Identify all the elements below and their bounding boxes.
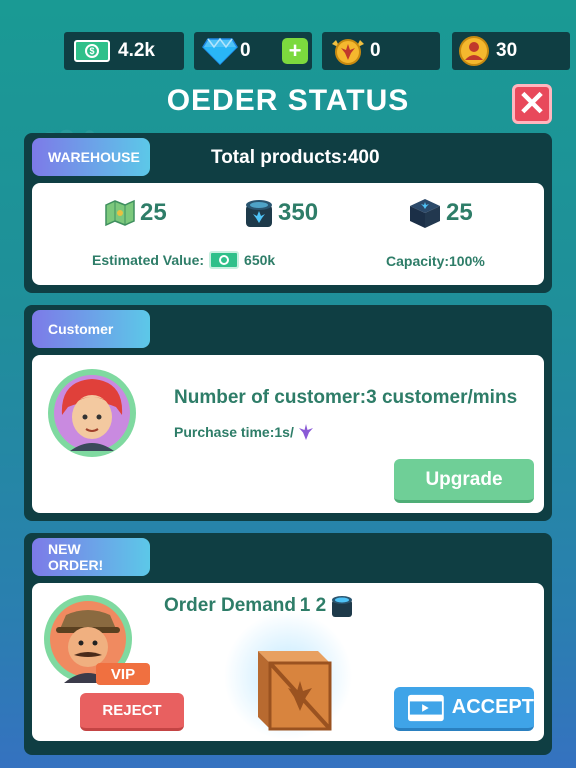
box-icon [410, 199, 440, 228]
accept-label: ACCEPT [451, 696, 534, 718]
total-products: Total products:400 [211, 147, 380, 168]
close-button[interactable]: ✕ [512, 84, 552, 124]
customer-value: 30 [496, 40, 518, 61]
estimated-label: Estimated Value: [92, 252, 205, 268]
warehouse-panel: WAREHOUSE Total products:400 25 350 25 E… [24, 133, 552, 293]
map-stat: 25 [104, 199, 167, 227]
token-value: 0 [370, 40, 381, 61]
upgrade-button[interactable]: Upgrade [394, 459, 534, 503]
diamond-icon [202, 37, 238, 65]
leaf-icon [298, 424, 313, 440]
vip-badge: VIP [96, 663, 150, 685]
jar-count: 350 [278, 199, 319, 226]
customer-card: Number of customer:3 customer/mins Purch… [32, 355, 544, 513]
diamond-value: 0 [240, 40, 251, 61]
jar-icon [246, 200, 272, 227]
customer-counter: 30 [452, 32, 570, 70]
add-diamonds-button[interactable]: + [282, 38, 308, 64]
close-icon: ✕ [517, 85, 547, 123]
estimated-amount: 650k [244, 252, 276, 268]
purchase-time-label: Purchase time:1s/ [174, 424, 294, 440]
customer-panel: Customer Number of customer:3 customer/m… [24, 305, 552, 521]
map-icon [105, 199, 135, 227]
order-card: VIP Order Demand 1 2 REJECT ACCEPT [32, 583, 544, 741]
cash-counter: $ 4.2k [64, 32, 184, 70]
customer-count: Number of customer:3 customer/mins [174, 387, 518, 408]
user-icon [459, 36, 489, 66]
video-icon [408, 694, 444, 721]
new-order-panel: NEW ORDER! VIP Order Demand 1 2 REJECT A… [24, 533, 552, 755]
diamond-counter: 0 + [194, 32, 312, 70]
cash-icon [209, 251, 240, 269]
leaf-token-icon [332, 39, 364, 65]
page-title: OEDER STATUS [166, 84, 410, 117]
crate-icon [224, 612, 352, 740]
box-count: 25 [446, 199, 473, 226]
customer-tag: Customer [32, 310, 150, 348]
warehouse-card: 25 350 25 Estimated Value: 650k Capacity… [32, 183, 544, 285]
token-counter: 0 [322, 32, 440, 70]
cash-icon: $ [74, 40, 110, 62]
customer-avatar [48, 369, 136, 457]
purchase-time: Purchase time:1s/ [174, 423, 316, 441]
warehouse-tag: WAREHOUSE [32, 138, 150, 176]
box-stat: 25 [408, 197, 473, 229]
reject-button[interactable]: REJECT [80, 693, 184, 731]
map-count: 25 [140, 199, 167, 226]
new-order-tag: NEW ORDER! [32, 538, 150, 576]
jar-stat: 350 [244, 197, 318, 229]
cash-value: 4.2k [118, 40, 155, 61]
capacity: Capacity:100% [386, 253, 485, 269]
estimated-value: Estimated Value: 650k [92, 251, 275, 269]
accept-button[interactable]: ACCEPT [394, 687, 534, 731]
resource-bar: $ 4.2k 0 + 0 30 [0, 32, 576, 72]
